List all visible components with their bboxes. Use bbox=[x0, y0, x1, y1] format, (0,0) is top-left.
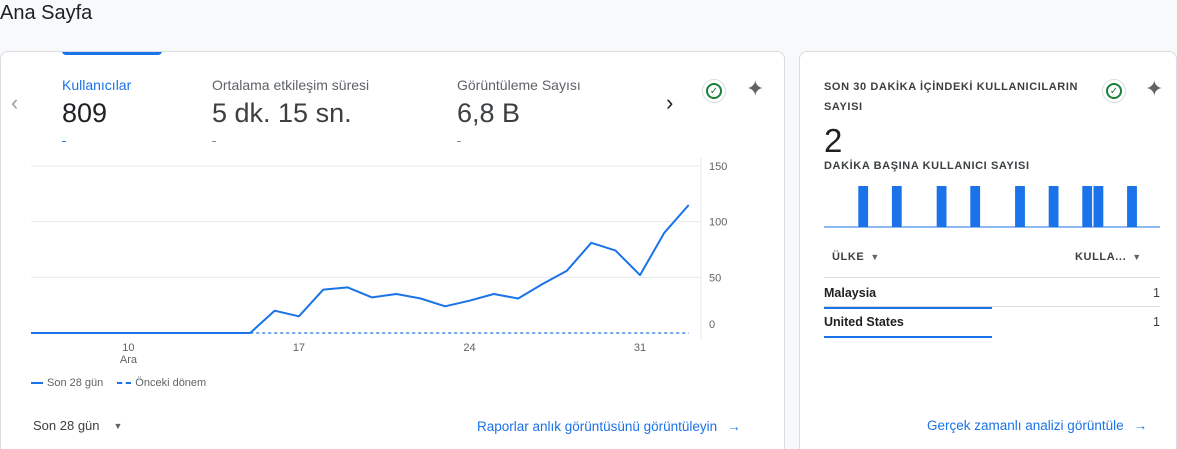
country-column-header[interactable]: ÜLKE ▼ bbox=[832, 251, 880, 263]
metric-label: Ortalama etkileşim süresi bbox=[212, 77, 370, 93]
realtime-title: SON 30 DAKİKA İÇİNDEKİ KULLANICILARIN SA… bbox=[824, 81, 1079, 113]
country-users: 1 bbox=[1153, 315, 1160, 329]
share-bar bbox=[824, 336, 992, 338]
legend-item-current[interactable]: Son 28 gün bbox=[31, 377, 103, 389]
minute-bar[interactable] bbox=[1082, 186, 1093, 227]
chevron-right-icon[interactable]: › bbox=[666, 92, 673, 114]
realtime-user-count: 2 bbox=[824, 122, 843, 159]
legend-item-previous[interactable]: Önceki dönem bbox=[117, 377, 206, 389]
country-users: 1 bbox=[1153, 286, 1160, 300]
check-circle-icon[interactable]: ✓ bbox=[1102, 79, 1126, 103]
minute-bar[interactable] bbox=[970, 186, 981, 227]
metric-value: 5 dk. 15 sn. bbox=[212, 98, 352, 128]
minute-bar[interactable] bbox=[1015, 186, 1025, 227]
link-label: Raporlar anlık görüntüsünü görüntüleyin bbox=[477, 419, 718, 434]
table-row[interactable]: United States 1 bbox=[824, 306, 1160, 338]
users-line-chart: 0 50 100 150 10Ara 17 24 31 bbox=[31, 158, 727, 366]
column-label: ÜLKE bbox=[832, 251, 865, 263]
column-label: KULLA... bbox=[1075, 251, 1127, 263]
x-tick-label: 10 bbox=[122, 342, 134, 354]
metric-value: 809 bbox=[62, 98, 108, 128]
date-range-value: Son 28 gün bbox=[33, 418, 100, 433]
metric-comparison bbox=[457, 141, 461, 142]
users-column-header[interactable]: KULLA... ▼ bbox=[1075, 251, 1142, 263]
metric-label: Kullanıcılar bbox=[62, 77, 132, 93]
legend-label: Önceki dönem bbox=[135, 377, 207, 389]
y-tick-label: 150 bbox=[709, 161, 727, 173]
metric-comparison bbox=[62, 141, 66, 142]
x-tick-label: 31 bbox=[634, 342, 646, 354]
tab-views[interactable]: Görüntüleme Sayısı 6,8 B bbox=[457, 77, 581, 142]
legend-swatch-solid bbox=[31, 382, 43, 384]
caret-down-icon: ▼ bbox=[870, 252, 880, 262]
x-tick-label: 24 bbox=[463, 342, 475, 354]
metric-label: Görüntüleme Sayısı bbox=[457, 77, 581, 93]
link-label: Gerçek zamanlı analizi görüntüle bbox=[927, 418, 1124, 433]
minute-bar[interactable] bbox=[858, 186, 869, 227]
realtime-card: SON 30 DAKİKA İÇİNDEKİ KULLANICILARIN SA… bbox=[799, 51, 1177, 449]
minute-bar[interactable] bbox=[1048, 186, 1059, 227]
y-tick-label: 50 bbox=[709, 272, 721, 284]
overview-card: ‹ Kullanıcılar 809 Ortalama etkileşim sü… bbox=[0, 51, 785, 449]
check-circle-icon[interactable]: ✓ bbox=[702, 79, 726, 103]
per-minute-title: DAKİKA BAŞINA KULLANICI SAYISI bbox=[824, 160, 1030, 172]
sparkle-icon[interactable]: ✦ bbox=[746, 78, 764, 100]
legend-label: Son 28 gün bbox=[47, 377, 104, 389]
view-reports-link[interactable]: Raporlar anlık görüntüsünü görüntüleyin … bbox=[477, 419, 741, 434]
caret-down-icon: ▼ bbox=[113, 420, 123, 431]
minute-bar[interactable] bbox=[891, 186, 902, 227]
metric-comparison bbox=[212, 141, 216, 142]
country-name: Malaysia bbox=[824, 286, 877, 300]
date-range-dropdown[interactable]: Son 28 gün ▼ bbox=[33, 418, 122, 433]
page-title: Ana Sayfa bbox=[0, 2, 93, 24]
y-tick-label: 100 bbox=[709, 217, 727, 229]
tab-engagement-time[interactable]: Ortalama etkileşim süresi 5 dk. 15 sn. bbox=[212, 77, 369, 142]
caret-down-icon: ▼ bbox=[1132, 252, 1142, 262]
view-realtime-link[interactable]: Gerçek zamanlı analizi görüntüle → bbox=[927, 418, 1147, 433]
legend-swatch-dashed bbox=[117, 382, 132, 384]
sparkle-icon[interactable]: ✦ bbox=[1145, 78, 1163, 100]
arrow-right-icon: → bbox=[1133, 418, 1148, 433]
metric-value: 6,8 B bbox=[457, 98, 521, 128]
chart-legend: Son 28 gün Önceki dönem bbox=[31, 377, 206, 389]
x-tick-sublabel: Ara bbox=[120, 354, 138, 366]
country-name: United States bbox=[824, 315, 904, 329]
arrow-right-icon: → bbox=[727, 419, 741, 434]
divider bbox=[824, 306, 1160, 307]
series-line-current[interactable] bbox=[31, 204, 690, 334]
per-minute-bar-chart bbox=[824, 186, 1160, 228]
x-tick-label: 17 bbox=[293, 342, 305, 354]
y-tick-label: 0 bbox=[709, 319, 715, 331]
active-tab-indicator bbox=[62, 52, 162, 55]
minute-bar[interactable] bbox=[1093, 186, 1104, 227]
minute-bar[interactable] bbox=[1127, 186, 1137, 227]
tab-users[interactable]: Kullanıcılar 809 bbox=[62, 77, 131, 142]
table-row[interactable]: Malaysia 1 bbox=[824, 277, 1160, 309]
chevron-left-icon[interactable]: ‹ bbox=[11, 92, 18, 114]
minute-bar[interactable] bbox=[936, 186, 947, 227]
